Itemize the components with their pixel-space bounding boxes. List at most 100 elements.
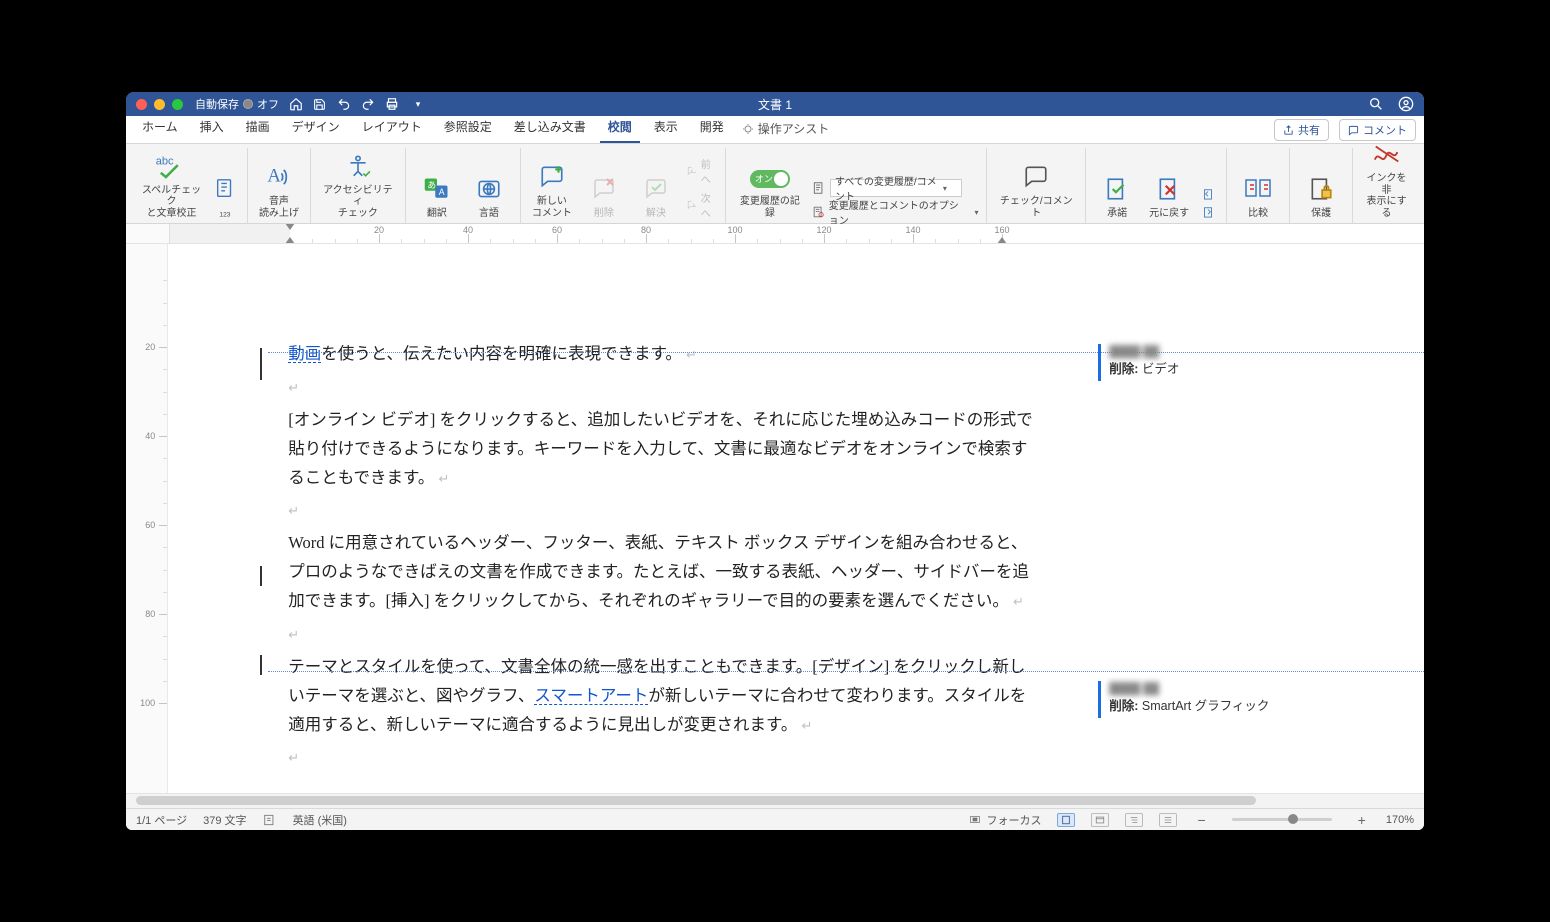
page[interactable]: 動画を使うと、伝えたい内容を明確に表現できます。 ↵ ↵ [オンライン ビデオ]… [198,256,1098,793]
markup-display-select[interactable]: すべての変更履歴/コメント [812,179,979,197]
compare-label: 比較 [1248,208,1268,220]
accept-label: 承諾 [1107,208,1127,220]
accept-button[interactable]: 承諾 [1094,170,1140,222]
review-pane-icon [1022,160,1050,194]
web-layout-view-button[interactable] [1091,813,1109,827]
prev-change-button[interactable] [1198,187,1218,203]
page-indicator[interactable]: 1/1 ページ [136,812,187,828]
scrollbar-thumb[interactable] [136,796,1256,805]
draft-view-button[interactable] [1159,813,1177,827]
ribbon: abc スペルチェック と文章校正 123 A 音声 読み上げ [126,144,1424,224]
revision-deleted-text: SmartArt グラフィック [1142,699,1270,713]
zoom-in-button[interactable]: + [1354,812,1370,828]
close-window-button[interactable] [136,99,147,110]
new-comment-button[interactable]: 新しい コメント [529,158,575,221]
accessibility-check-button[interactable]: アクセシビリティ チェック [319,147,397,222]
thesaurus-button[interactable]: 123 [211,169,239,221]
print-icon[interactable] [385,97,403,111]
chevron-down-icon [939,183,947,194]
quick-access-toolbar: ▾ [289,97,427,111]
ribbon-group-accessibility: アクセシビリティ チェック [311,148,406,223]
share-button[interactable]: 共有 [1274,119,1329,141]
translate-label: 翻訳 [427,208,447,220]
new-comment-icon [538,160,566,194]
read-aloud-button[interactable]: A 音声 読み上げ [256,158,302,221]
document-canvas[interactable]: 動画を使うと、伝えたい内容を明確に表現できます。 ↵ ↵ [オンライン ビデオ]… [168,244,1098,793]
svg-text:A: A [267,166,281,187]
tab-layout[interactable]: レイアウト [354,114,430,143]
next-change-button[interactable] [1198,205,1218,221]
spellcheck-icon: abc [154,149,188,183]
reject-button[interactable]: 元に戻す [1146,170,1192,222]
outline-view-button[interactable] [1125,813,1143,827]
translate-button[interactable]: あA 翻訳 [414,170,460,222]
resolve-icon [643,172,669,206]
body-text[interactable]: Word に用意されているヘッダー、フッター、表紙、テキスト ボックス デザイン… [288,533,1029,610]
tell-me-search[interactable]: 操作アシスト [742,120,830,143]
focus-mode-button[interactable]: フォーカス [968,812,1041,828]
paragraph[interactable]: [オンライン ビデオ] をクリックすると、追加したいビデオを、それに応じた埋め込… [288,406,1038,493]
paragraph-mark-icon: ↵ [288,750,299,765]
horizontal-ruler[interactable]: 20406080100120140160 [126,224,1424,244]
print-layout-view-button[interactable] [1057,813,1075,827]
next-comment-button: 次へ [685,189,717,221]
minimize-window-button[interactable] [154,99,165,110]
zoom-slider[interactable] [1232,818,1332,821]
track-changes-button[interactable]: オン 変更履歴の記録 [734,166,806,221]
search-icon[interactable] [1368,96,1384,112]
account-icon[interactable] [1398,96,1414,112]
markup-options-button[interactable]: 変更履歴とコメントのオプション [812,203,979,221]
protect-button[interactable]: 保護 [1298,170,1344,222]
tab-view[interactable]: 表示 [646,114,686,143]
horizontal-scrollbar[interactable] [126,793,1424,808]
inserted-text[interactable]: スマートアート [534,686,648,705]
paragraph[interactable]: テーマとスタイルを使って、文書全体の統一感を出すこともできます。[デザイン] を… [288,653,1038,740]
redo-icon[interactable] [361,97,379,111]
vertical-ruler[interactable]: 20406080100 [126,244,168,793]
hide-ink-button[interactable]: インクを非 表示にする [1361,135,1412,221]
body-text[interactable]: を使うと、伝えたい内容を明確に表現できます。 [321,344,682,363]
tab-design[interactable]: デザイン [284,114,348,143]
language-indicator[interactable]: 英語 (米国) [293,812,347,828]
revision-balloon[interactable]: ████ ██ 削除: ビデオ [1098,344,1424,381]
paragraph[interactable]: 動画を使うと、伝えたい内容を明確に表現できます。 ↵ [288,340,1038,369]
hide-ink-label: インクを非 表示にする [1363,173,1410,219]
tell-me-label: 操作アシスト [758,120,830,137]
customize-qat-icon[interactable]: ▾ [409,99,427,110]
word-count[interactable]: 379 文字 [203,812,246,828]
status-bar: 1/1 ページ 379 文字 英語 (米国) フォーカス − + 170% [126,808,1424,830]
track-toggle[interactable]: オン [750,168,790,190]
home-icon[interactable] [289,97,307,111]
tab-review[interactable]: 校閲 [600,114,640,143]
revision-balloon[interactable]: ████ ██ 削除: SmartArt グラフィック [1098,681,1424,718]
zoom-out-button[interactable]: − [1193,812,1209,828]
proofing-status-icon[interactable] [263,813,277,827]
paragraph-mark-icon: ↵ [288,627,299,642]
tab-references[interactable]: 参照設定 [436,114,500,143]
undo-icon[interactable] [337,97,355,111]
tab-mailings[interactable]: 差し込み文書 [506,114,594,143]
language-button[interactable]: 言語 [466,170,512,222]
paragraph[interactable]: Word に用意されているヘッダー、フッター、表紙、テキスト ボックス デザイン… [288,529,1038,616]
zoom-slider-knob[interactable] [1288,814,1298,824]
tab-home[interactable]: ホーム [134,114,186,143]
delete-comment-button: 削除 [581,170,627,222]
paragraph-mark-icon: ↵ [439,471,450,486]
svg-text:abc: abc [156,155,174,167]
zoom-level[interactable]: 170% [1386,814,1414,826]
tab-insert[interactable]: 挿入 [192,114,232,143]
compare-button[interactable]: 比較 [1235,170,1281,222]
body-text[interactable]: [オンライン ビデオ] をクリックすると、追加したいビデオを、それに応じた埋め込… [288,410,1033,487]
resolve-label: 解決 [646,208,666,220]
titlebar-right [1368,96,1414,112]
save-icon[interactable] [313,98,331,111]
compare-icon [1244,172,1272,206]
review-pane-button[interactable]: チェック/コメント [995,158,1077,221]
tab-developer[interactable]: 開発 [692,114,732,143]
tab-draw[interactable]: 描画 [238,114,278,143]
spellcheck-button[interactable]: abc スペルチェック と文章校正 [138,147,205,222]
ribbon-group-tracking: オン 変更履歴の記録 すべての変更履歴/コメント 変更履歴とコメントのオプション [726,148,988,223]
maximize-window-button[interactable] [172,99,183,110]
autosave-toggle[interactable]: 自動保存 オフ [195,96,279,112]
inserted-text[interactable]: 動画 [288,344,321,363]
